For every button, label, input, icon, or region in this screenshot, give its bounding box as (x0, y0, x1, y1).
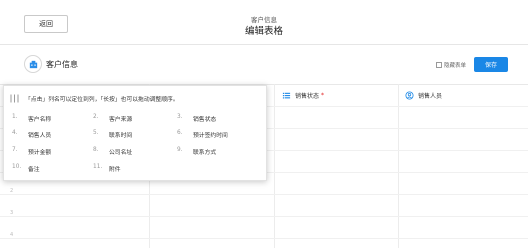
item-label: 附件 (109, 167, 121, 173)
item-number: 10. (12, 164, 22, 170)
hide-form-checkbox[interactable] (436, 62, 442, 68)
item-label: 客户名称 (28, 117, 52, 123)
column-link-expected-sign-time[interactable]: 6. 预计签约时间 (177, 130, 228, 139)
column-link-expected-amount[interactable]: 7. 预计金额 (12, 147, 51, 156)
popup-header: 「点击」列名可以定位到列，「长按」也可以拖动调整顺序。 (10, 94, 179, 103)
item-label: 公司名址 (109, 150, 133, 156)
column-link-contact-time[interactable]: 5. 联系时间 (93, 130, 132, 139)
item-number: 7. (12, 147, 18, 153)
section-title: 客户信息 (46, 60, 78, 69)
save-button[interactable]: 保存 (474, 57, 508, 72)
column-header-salesperson[interactable]: 销售人员 (405, 91, 442, 100)
item-number: 4. (12, 130, 18, 136)
row-divider (0, 194, 528, 195)
column-link-customer-source[interactable]: 2. 客户来源 (93, 114, 132, 123)
columns-icon (10, 94, 19, 103)
row-divider (0, 238, 528, 239)
item-number: 11. (93, 164, 103, 170)
row-number: 3 (10, 210, 14, 216)
column-header-label: 销售状态 (295, 93, 320, 100)
hide-form-label: 隐藏表单 (444, 63, 467, 69)
item-label: 销售人员 (28, 133, 52, 139)
column-link-sales-status[interactable]: 3. 销售状态 (177, 114, 216, 123)
column-link-contact-method[interactable]: 9. 联系方式 (177, 147, 216, 156)
building-icon (24, 55, 42, 73)
item-number: 1. (12, 114, 18, 120)
item-number: 2. (93, 114, 99, 120)
item-number: 3. (177, 114, 183, 120)
list-icon (282, 91, 291, 100)
header-bar: 返回 客户信息 编辑表格 (0, 0, 528, 44)
popup-hint: 「点击」列名可以定位到列，「长按」也可以拖动调整顺序。 (25, 97, 179, 103)
column-link-customer-name[interactable]: 1. 客户名称 (12, 114, 51, 123)
item-label: 联系时间 (109, 133, 133, 139)
item-label: 客户来源 (109, 117, 133, 123)
column-header-sales-status[interactable]: 销售状态 * (282, 91, 324, 100)
item-label: 联系方式 (193, 150, 217, 156)
row-divider (0, 216, 528, 217)
column-divider (398, 84, 399, 248)
column-link-company-address[interactable]: 8. 公司名址 (93, 147, 132, 156)
row-number: 2 (10, 188, 14, 194)
item-label: 预计签约时间 (193, 133, 228, 139)
item-number: 6. (177, 130, 183, 136)
item-number: 5. (93, 130, 99, 136)
column-link-attachment[interactable]: 11. 附件 (93, 164, 121, 173)
user-circle-icon (405, 91, 414, 100)
column-navigator-popup: 「点击」列名可以定位到列，「长按」也可以拖动调整顺序。 1. 客户名称 2. 客… (3, 85, 267, 181)
header-divider (0, 44, 528, 45)
column-link-salesperson[interactable]: 4. 销售人员 (12, 130, 51, 139)
item-number: 9. (177, 147, 183, 153)
item-label: 销售状态 (193, 117, 217, 123)
item-number: 8. (93, 147, 99, 153)
page-title: 编辑表格 (244, 26, 283, 37)
required-marker: * (321, 92, 325, 99)
row-number: 4 (10, 232, 14, 238)
item-label: 备注 (28, 167, 40, 173)
column-divider (274, 84, 275, 248)
column-link-remarks[interactable]: 10. 备注 (12, 164, 40, 173)
column-header-label: 销售人员 (418, 93, 443, 100)
item-label: 预计金额 (28, 150, 52, 156)
